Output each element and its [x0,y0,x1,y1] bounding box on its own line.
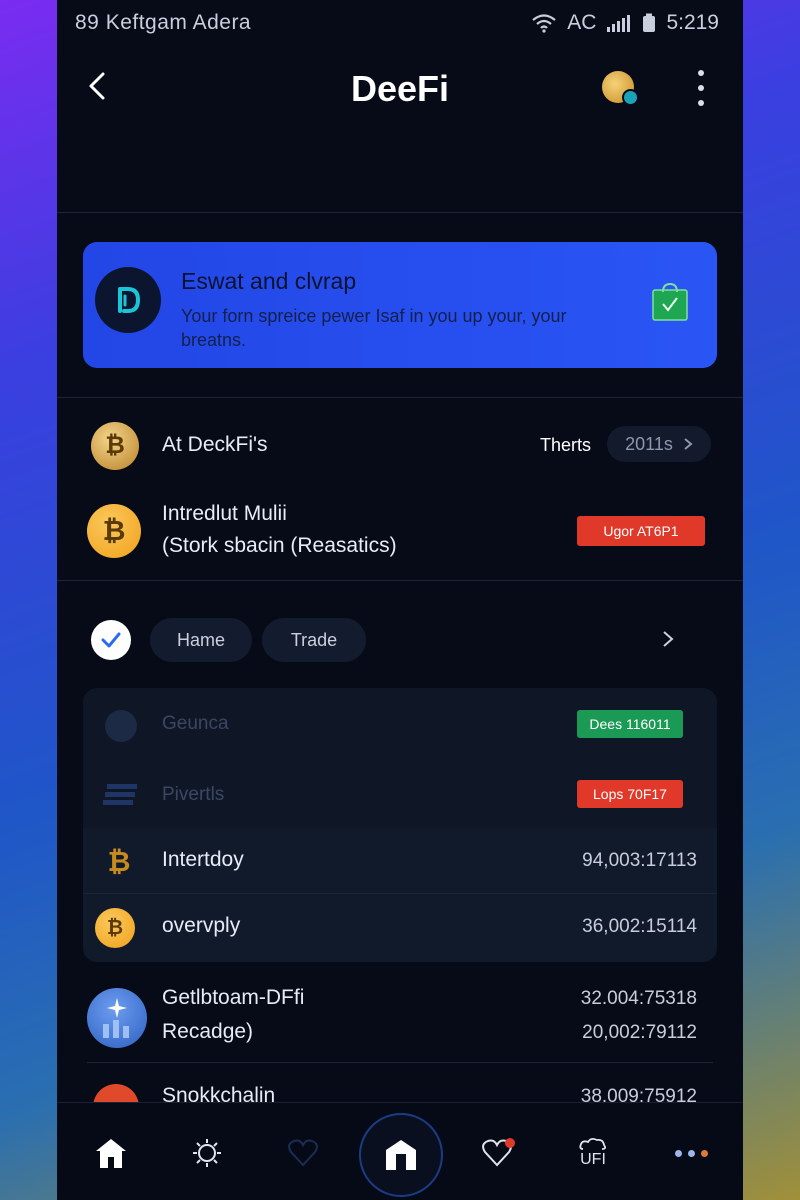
token-name: Geunca [162,713,229,734]
assets-card: Geunca Dees 116011 Pivertls Lops 70F17 ₿… [83,688,717,962]
signal-icon [607,15,631,32]
tab-notifications-button[interactable] [479,1133,519,1173]
row-right-label: Therts [540,435,592,455]
dot-icon [700,1149,708,1157]
city-token-icon [87,988,147,1048]
stack-icon [103,784,137,805]
tab-center-button[interactable] [359,1113,443,1197]
header: DeeFi [57,44,743,132]
dot-icon [687,1149,695,1157]
token-name: overvply [162,914,241,937]
token-name: Intertdoy [162,848,244,871]
dot-icon [674,1149,682,1157]
list-item[interactable]: Snokkchalin 38.009:75912 [57,1074,743,1130]
tab-home-button[interactable] [91,1133,131,1173]
dot-icon [698,70,704,76]
sun-icon [193,1139,221,1167]
page-title: DeeFi [350,68,450,109]
divider [57,397,743,398]
row-title-line1: Intredlut Mulii [162,502,287,525]
carrier-label: AC [567,11,597,34]
status-badge: Ugor AT6P1 [577,516,705,546]
status-badge: Dees 116011 [577,710,683,738]
dot-icon [698,100,704,106]
status-time: 5:219 [666,11,719,34]
list-item[interactable]: Pivertls Lops 70F17 [83,758,717,828]
divider [57,212,743,213]
battery-icon [643,13,656,32]
status-badge: Lops 70F17 [577,780,683,808]
app-screen: 89 Keftgam Adera AC 5:219 DeeFi Eswat an… [57,0,743,1200]
tab-ufi-label: UFI [580,1151,606,1168]
home-icon [96,1139,126,1168]
tab-trade[interactable]: Trade [262,618,366,662]
period-selector[interactable]: 2011s [607,426,711,462]
heart-notification-icon [482,1138,515,1167]
divider [87,1062,713,1063]
wifi-icon [532,14,556,33]
status-left-text: 89 Keftgam Adera [75,11,252,34]
heart-icon [288,1139,318,1167]
promo-banner[interactable]: Eswat and clvrap Your forn spreice pewer… [83,242,717,368]
more-options-button[interactable] [691,70,711,106]
notification-dot [622,89,639,106]
bitcoin-icon: ₿ [91,422,139,470]
list-item[interactable]: Getlbtoam-DFfi Recadge) 32.004:75318 20,… [57,980,743,1056]
token-name-line1: Getlbtoam-DFfi [162,986,305,1009]
checkmark-icon [101,632,121,648]
token-name-line2: Recadge) [162,1020,254,1043]
token-name: Pivertls [162,784,225,805]
cloud-icon [579,1137,607,1150]
row-label: At DeckFi's [162,433,268,456]
row-title-line2: (Stork sbacin (Reasatics) [162,534,397,557]
chevron-right-icon [684,438,693,450]
tab-home[interactable]: Hame [150,618,252,662]
bottom-tab-bar: UFI [57,1102,743,1200]
banner-title: Eswat and clvrap [181,268,357,294]
divider [57,580,743,581]
select-all-checkbox[interactable] [91,620,131,660]
status-right: AC 5:219 [531,11,719,35]
token-value-2: 20,002:79112 [582,1022,697,1043]
list-item[interactable]: ₿ At DeckFi's Therts 2011s [57,420,743,472]
token-icon [105,710,137,742]
gateway-icon [386,1140,416,1170]
bitcoin-icon: ₿ [87,504,141,558]
token-value: 36,002:15114 [582,916,697,937]
period-label: 2011s [625,433,673,454]
list-item[interactable]: Geunca Dees 116011 [83,688,717,758]
list-item[interactable]: ₿ Intertdoy 94,003:17113 [83,828,717,894]
bitcoin-icon: ₿ [95,908,135,948]
chevron-right-icon[interactable] [662,630,674,648]
tab-ufi-button[interactable]: UFI [573,1133,613,1173]
tab-explore-button[interactable] [187,1133,227,1173]
wallet-avatar-button[interactable] [602,71,639,106]
token-value: 94,003:17113 [582,850,697,871]
bitcoin-icon: ₿ [107,846,131,877]
list-item[interactable]: ₿ overvply 36,002:15114 [83,894,717,960]
token-value-1: 32.004:75318 [580,988,697,1009]
list-item[interactable]: ₿ Intredlut Mulii (Stork sbacin (Reasati… [57,498,743,564]
dot-icon [698,85,704,91]
star-icon [103,998,129,1038]
tab-favorites-button[interactable] [283,1133,323,1173]
banner-description: Your forn spreice pewer Isaf in you up y… [181,306,567,350]
banner-logo [95,267,161,333]
shopping-bag-icon [652,282,688,321]
status-bar: 89 Keftgam Adera AC 5:219 [57,0,743,44]
swap-logo-icon [118,287,141,313]
tab-more-button[interactable] [671,1133,711,1173]
